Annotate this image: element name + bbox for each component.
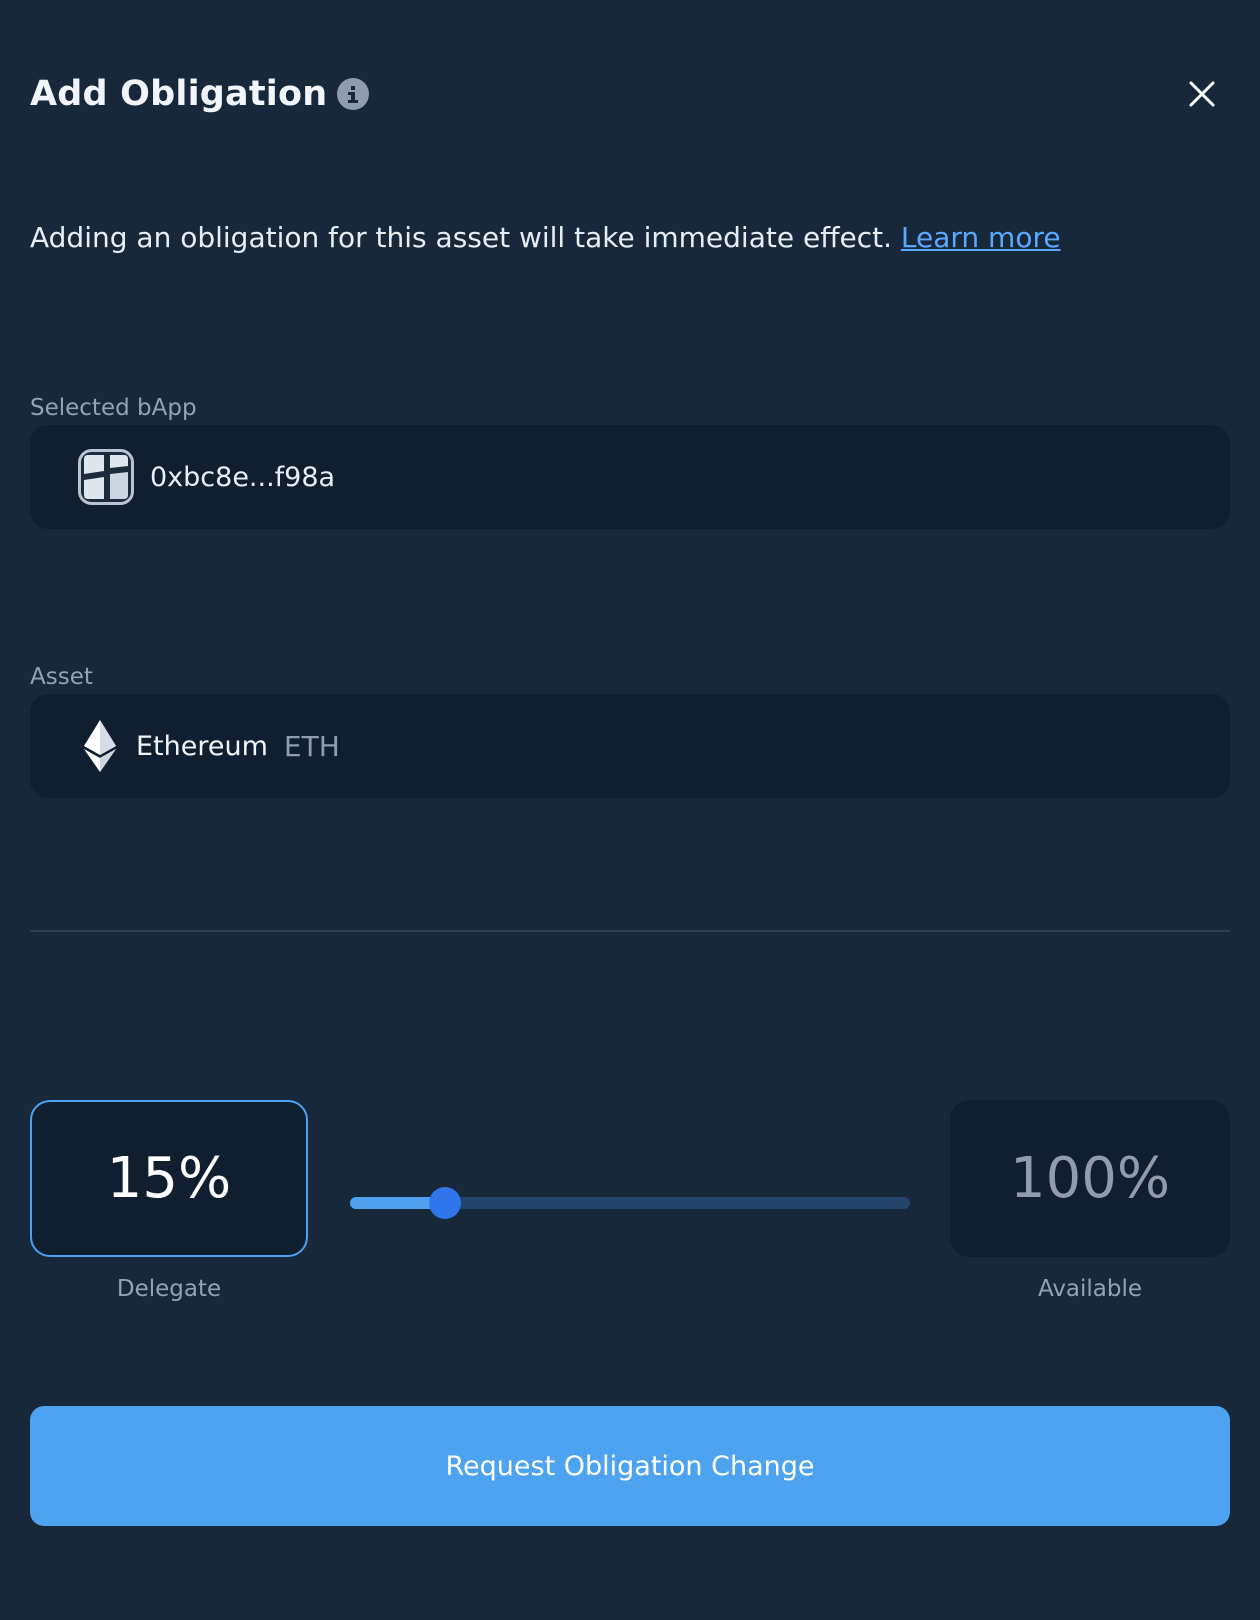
asset-name: Ethereum — [136, 730, 268, 762]
request-obligation-change-button[interactable]: Request Obligation Change — [30, 1406, 1230, 1526]
slider-thumb[interactable] — [429, 1187, 462, 1219]
available-label: Available — [1037, 1276, 1143, 1302]
asset-symbol: ETH — [283, 729, 340, 763]
selected-bapp-field[interactable]: 0xbc8e...f98a — [30, 425, 1230, 529]
add-obligation-modal: Add Obligation Adding an obligation for … — [0, 0, 1260, 1620]
asset-field[interactable]: Ethereum ETH — [30, 694, 1230, 798]
modal-title: Add Obligation — [30, 74, 328, 114]
info-icon[interactable] — [337, 78, 370, 110]
bapp-avatar-icon — [78, 449, 134, 505]
asset-label: Asset — [30, 664, 93, 690]
learn-more-link[interactable]: Learn more — [901, 221, 1061, 254]
selected-bapp-label: Selected bApp — [30, 395, 197, 421]
close-icon — [1189, 81, 1215, 107]
ethereum-icon — [84, 720, 116, 772]
bapp-address: 0xbc8e...f98a — [150, 461, 336, 493]
modal-header: Add Obligation — [30, 66, 370, 122]
description-text: Adding an obligation for this asset will… — [30, 221, 1061, 254]
section-divider — [30, 930, 1230, 932]
available-value: 100% — [950, 1100, 1230, 1257]
delegate-label: Delegate — [116, 1276, 222, 1302]
description-body: Adding an obligation for this asset will… — [30, 221, 901, 254]
close-button[interactable] — [1180, 72, 1224, 116]
delegate-input[interactable]: 15% — [30, 1100, 308, 1257]
allocation-slider[interactable] — [350, 1187, 910, 1219]
